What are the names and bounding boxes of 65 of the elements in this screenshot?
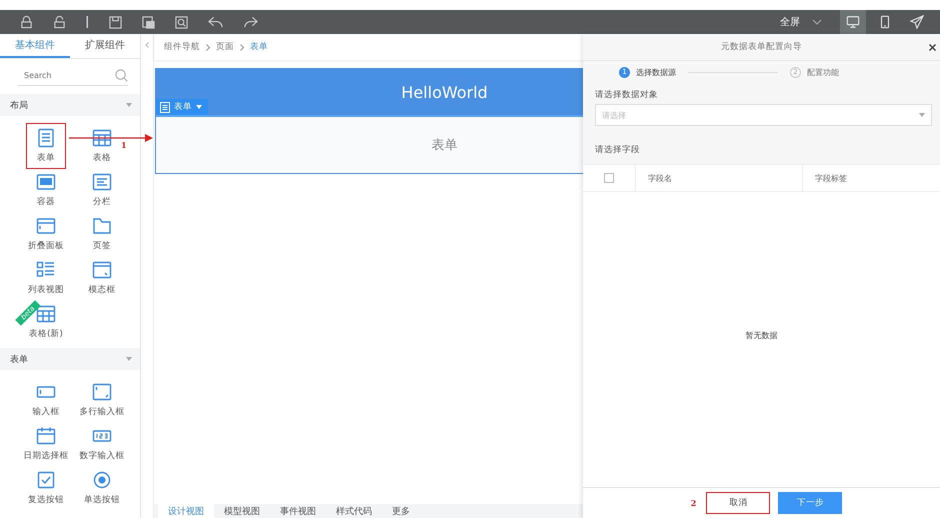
textarea-icon [92,382,112,402]
component-item[interactable]: 单选按钮 [83,466,121,510]
component-item[interactable]: 模态框 [83,256,121,300]
fullscreen-label[interactable]: 全屏 [780,15,800,29]
save-icon[interactable] [109,16,122,28]
desktop-icon [846,15,860,29]
annotation-label: 1 [121,140,127,150]
component-item[interactable]: 输入框 [27,378,65,422]
breadcrumb-link[interactable]: 页面 [216,41,234,53]
desktop-view-button[interactable] [840,10,866,34]
sidebar-tab[interactable]: 扩展组件 [70,34,140,58]
section-title[interactable]: 表单 [10,352,28,366]
view-tab[interactable]: 模型视图 [214,504,270,518]
column-header: 字段标签 [802,165,940,191]
view-tab[interactable]: 样式代码 [326,504,382,518]
checkbox-icon [36,470,56,490]
search-field[interactable]: Search [18,70,94,80]
form-icon [36,128,56,148]
redo-icon[interactable] [243,16,258,28]
component-item[interactable]: 折叠面板 [27,212,65,256]
view-tab[interactable]: 更多 [382,504,420,518]
empty-message: 暂无数据 [746,330,778,341]
column-header: 字段名 [635,165,802,191]
component-item[interactable]: 表单 [27,124,65,168]
step-label: 选择数据源 [636,66,676,78]
table-icon [36,304,56,324]
component-item[interactable]: 表格 [83,124,121,168]
unlock-icon[interactable] [53,15,66,29]
date-icon [36,426,56,446]
component-item[interactable]: 复选按钮 [27,466,65,510]
columns-icon [92,172,112,192]
preview-icon[interactable] [175,16,188,28]
chevron-right-icon [206,44,210,50]
tabs-icon [92,216,112,236]
dialog-title: 元数据表单配置向导 [721,41,802,53]
section-title[interactable]: 布局 [10,98,28,112]
step-label: 配置功能 [807,66,839,78]
cancel-button[interactable]: 取消 [706,492,770,514]
publish-icon [910,15,924,29]
modal-icon [92,260,112,280]
text-cursor-icon[interactable] [86,16,89,28]
table-icon [92,128,112,148]
collapse-icon [36,216,56,236]
select-all-checkbox[interactable] [604,173,614,183]
form-icon [160,102,170,112]
breadcrumb-link[interactable]: 组件导航 [164,41,200,53]
sidebar-tab[interactable]: 基本组件 [0,34,70,58]
container-icon [36,172,56,192]
save-as-icon[interactable] [142,16,155,28]
chevron-right-icon [240,44,244,50]
undo-icon[interactable] [208,16,223,28]
field-label: 请选择数据对象 [594,89,659,102]
search-icon[interactable] [115,68,128,82]
radio-icon [92,470,112,490]
view-tab[interactable]: 事件视图 [270,504,326,518]
component-item[interactable]: 页签 [83,212,121,256]
component-item[interactable]: 列表视图 [27,256,65,300]
close-button[interactable] [929,41,936,54]
field-label: 请选择字段 [594,144,641,157]
annotation-label: 2 [690,498,696,508]
lock-icon[interactable] [20,15,33,29]
component-item[interactable]: 分栏 [83,168,121,212]
component-item[interactable]: 容器 [27,168,65,212]
mobile-icon [878,15,892,29]
chevron-down-icon[interactable] [812,19,822,25]
